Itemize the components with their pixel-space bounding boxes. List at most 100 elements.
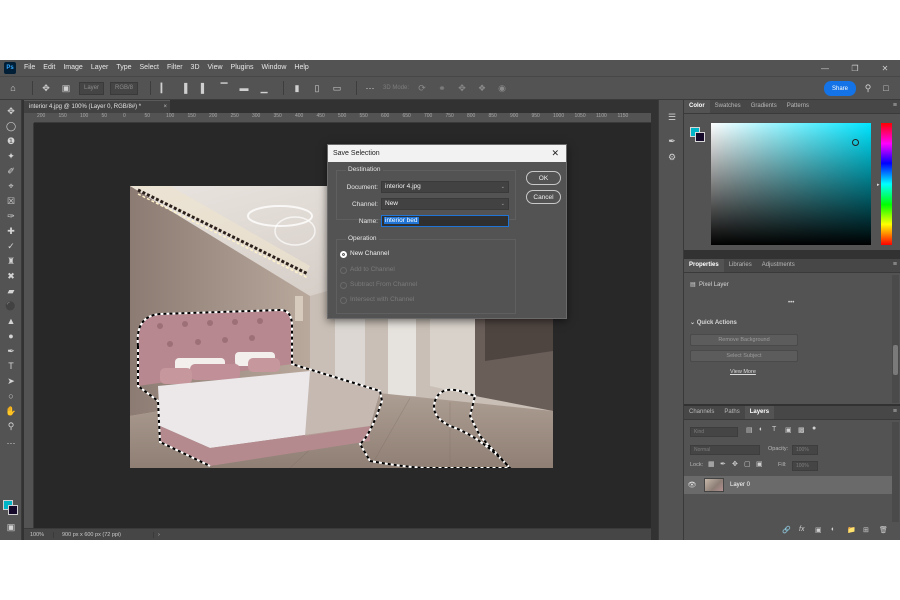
crop-tool-icon[interactable]: ⌖ bbox=[3, 179, 19, 193]
background-color-swatch[interactable] bbox=[695, 132, 705, 142]
hand-tool-icon[interactable]: ✋ bbox=[3, 404, 19, 418]
lock-position-icon[interactable]: ✥ bbox=[732, 460, 738, 468]
panel-menu-icon[interactable]: ≡ bbox=[893, 408, 897, 415]
roll-3d-icon[interactable]: ⚭ bbox=[435, 81, 449, 95]
dialog-title-bar[interactable]: Save Selection ✕ bbox=[328, 145, 566, 162]
filter-adjustment-icon[interactable]: ◐ bbox=[759, 426, 763, 433]
menu-edit[interactable]: Edit bbox=[39, 60, 59, 76]
hue-slider-marker[interactable]: ▸ bbox=[877, 182, 880, 188]
pen-tool-icon[interactable]: ✒ bbox=[3, 344, 19, 358]
brush-tool-icon[interactable]: ✓ bbox=[3, 239, 19, 253]
menu-3d[interactable]: 3D bbox=[187, 60, 204, 76]
menu-filter[interactable]: Filter bbox=[163, 60, 187, 76]
scrollbar[interactable] bbox=[892, 275, 899, 403]
tab-adjustments[interactable]: Adjustments bbox=[757, 259, 800, 272]
menu-image[interactable]: Image bbox=[59, 60, 86, 76]
filter-toggle-icon[interactable]: ● bbox=[812, 425, 816, 432]
filter-pixel-icon[interactable]: ▤ bbox=[746, 426, 753, 434]
document-info[interactable]: 900 px x 600 px (72 ppi) bbox=[54, 531, 154, 538]
tab-color[interactable]: Color bbox=[684, 100, 710, 113]
adjustment-layer-icon[interactable]: ◐ bbox=[831, 526, 835, 533]
eraser-tool-icon[interactable]: ▰ bbox=[3, 284, 19, 298]
new-channel-label[interactable]: New Channel bbox=[350, 250, 389, 257]
workspace-icon[interactable]: □ bbox=[880, 82, 892, 94]
dodge-tool-icon[interactable]: ● bbox=[3, 329, 19, 343]
tab-paths[interactable]: Paths bbox=[719, 406, 744, 419]
blur-tool-icon[interactable]: ▲ bbox=[3, 314, 19, 328]
zoom-level[interactable]: 100% bbox=[24, 531, 54, 538]
scrollbar[interactable] bbox=[892, 422, 899, 522]
name-input[interactable]: interior bed bbox=[381, 215, 509, 227]
tab-patterns[interactable]: Patterns bbox=[782, 100, 814, 113]
home-icon[interactable]: ⌂ bbox=[6, 81, 20, 95]
close-window-icon[interactable]: ✕ bbox=[870, 60, 900, 76]
layer-style-icon[interactable]: fx bbox=[799, 526, 804, 533]
color-field[interactable] bbox=[711, 123, 871, 245]
frame-tool-icon[interactable]: ☒ bbox=[3, 194, 19, 208]
menu-select[interactable]: Select bbox=[136, 60, 163, 76]
magic-wand-tool-icon[interactable]: ✦ bbox=[3, 149, 19, 163]
brush-settings-icon[interactable]: ✒ bbox=[665, 134, 679, 148]
scroll-thumb[interactable] bbox=[893, 345, 898, 375]
adjustments-icon[interactable]: ⚙ bbox=[665, 150, 679, 164]
healing-brush-tool-icon[interactable]: ✚ bbox=[3, 224, 19, 238]
select-subject-button[interactable]: Select Subject bbox=[690, 350, 798, 362]
document-tab[interactable]: interior 4.jpg @ 100% (Layer 0, RGB/8#) … bbox=[24, 100, 170, 113]
lock-transparent-icon[interactable]: ▦ bbox=[708, 460, 715, 468]
layer-filter-kind[interactable]: Kind bbox=[690, 427, 738, 437]
menu-file[interactable]: File bbox=[20, 60, 39, 76]
filter-shape-icon[interactable]: ▣ bbox=[785, 426, 792, 434]
menu-type[interactable]: Type bbox=[112, 60, 135, 76]
tab-channels[interactable]: Channels bbox=[684, 406, 719, 419]
restore-icon[interactable]: ❐ bbox=[840, 60, 870, 76]
tab-layers[interactable]: Layers bbox=[744, 406, 775, 419]
distribute-vertical-icon[interactable]: ▭ bbox=[330, 81, 344, 95]
align-top-icon[interactable]: ▔ bbox=[217, 81, 231, 95]
quick-actions-heading[interactable]: ⌄ Quick Actions bbox=[690, 319, 737, 326]
hue-slider[interactable] bbox=[881, 123, 892, 245]
view-more-link[interactable]: View More bbox=[730, 369, 756, 375]
pan-3d-icon[interactable]: ✥ bbox=[455, 81, 469, 95]
type-tool-icon[interactable]: T bbox=[3, 359, 19, 373]
add-mask-icon[interactable]: ▣ bbox=[815, 526, 822, 534]
filter-smart-object-icon[interactable]: ▩ bbox=[798, 426, 805, 434]
ruler-origin[interactable] bbox=[24, 113, 34, 123]
auto-select-icon[interactable]: ▣ bbox=[59, 81, 73, 95]
blend-mode-dropdown[interactable]: Normal bbox=[690, 445, 760, 455]
menu-layer[interactable]: Layer bbox=[87, 60, 113, 76]
delete-layer-icon[interactable]: 🗑 bbox=[879, 526, 888, 534]
search-icon[interactable]: ⚲ bbox=[862, 82, 874, 94]
align-right-icon[interactable]: ▌ bbox=[197, 81, 211, 95]
link-layers-icon[interactable]: 🔗 bbox=[782, 526, 791, 534]
quick-mask-icon[interactable]: ▣ bbox=[3, 520, 19, 534]
align-center-icon[interactable]: ▐ bbox=[177, 81, 191, 95]
move-tool-icon[interactable]: ✥ bbox=[39, 81, 53, 95]
color-mode-field[interactable]: RGB/8 bbox=[110, 81, 139, 95]
channel-select[interactable]: New ⌄ bbox=[381, 198, 509, 210]
filter-type-icon[interactable]: T bbox=[772, 426, 776, 433]
menu-window[interactable]: Window bbox=[258, 60, 291, 76]
history-brush-tool-icon[interactable]: ✖ bbox=[3, 269, 19, 283]
path-selection-tool-icon[interactable]: ➤ bbox=[3, 374, 19, 388]
tab-swatches[interactable]: Swatches bbox=[710, 100, 746, 113]
tab-libraries[interactable]: Libraries bbox=[724, 259, 757, 272]
tab-gradients[interactable]: Gradients bbox=[746, 100, 782, 113]
menu-plugins[interactable]: Plugins bbox=[227, 60, 258, 76]
opacity-field[interactable]: 100% bbox=[792, 445, 818, 455]
align-bottom-icon[interactable]: ▁ bbox=[257, 81, 271, 95]
close-tab-icon[interactable]: × bbox=[163, 101, 167, 113]
zoom-tool-icon[interactable]: ⚲ bbox=[3, 419, 19, 433]
visibility-eye-icon[interactable]: 👁 bbox=[684, 481, 700, 489]
orbit-3d-icon[interactable]: ⟳ bbox=[415, 81, 429, 95]
share-button[interactable]: Share bbox=[824, 81, 856, 96]
quick-selection-tool-icon[interactable]: ✐ bbox=[3, 164, 19, 178]
menu-view[interactable]: View bbox=[204, 60, 227, 76]
distribute-horizontal-icon[interactable]: ▯ bbox=[310, 81, 324, 95]
more-options-icon[interactable]: ••• bbox=[788, 300, 794, 306]
move-tool-icon[interactable]: ✥ bbox=[3, 104, 19, 118]
lock-artboard-icon[interactable]: ▢ bbox=[744, 460, 751, 468]
remove-background-button[interactable]: Remove Background bbox=[690, 334, 798, 346]
background-color-swatch[interactable] bbox=[8, 505, 18, 515]
align-left-icon[interactable]: ▎ bbox=[157, 81, 171, 95]
paint-bucket-tool-icon[interactable]: ⚫ bbox=[3, 299, 19, 313]
